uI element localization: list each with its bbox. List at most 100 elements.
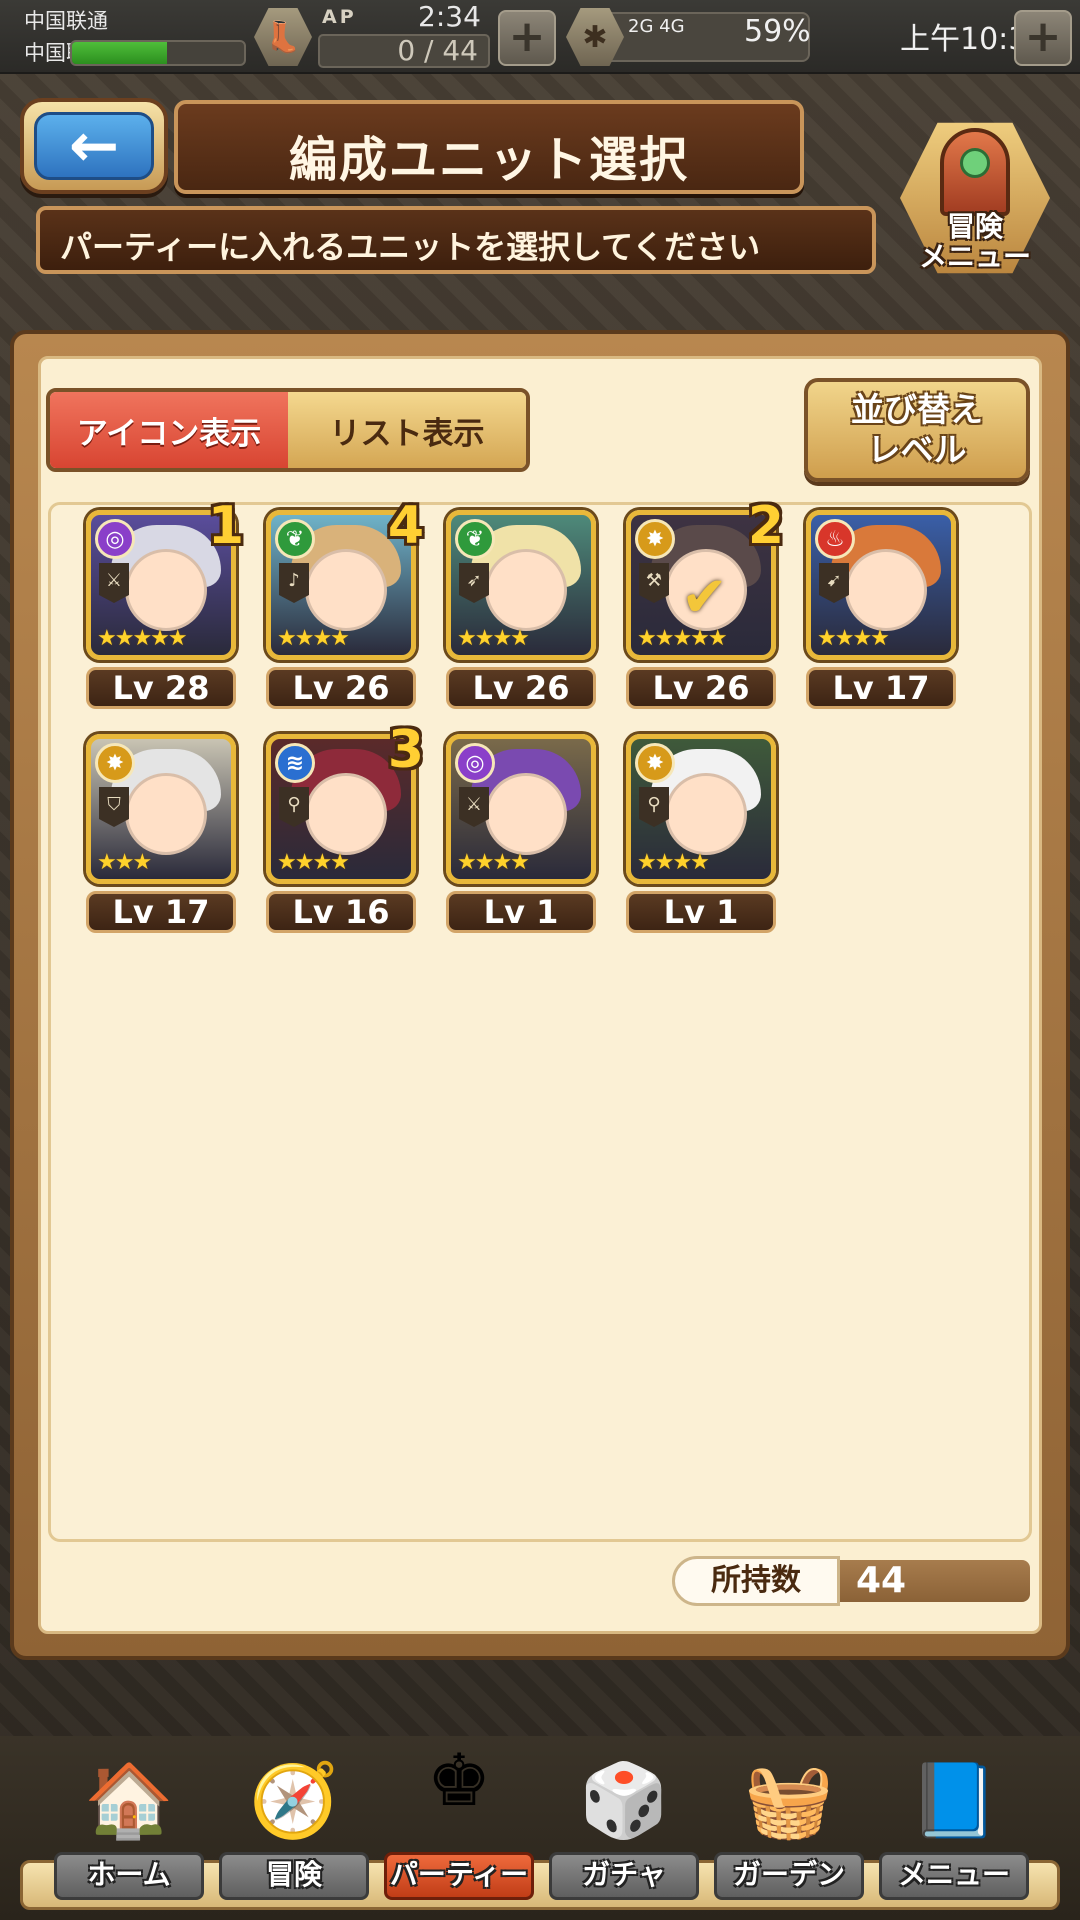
signal-text: 2G 4G	[628, 16, 685, 37]
weapon-type-icon: ⚔	[459, 787, 489, 827]
title-plate: 編成ユニット選択	[174, 100, 804, 194]
adventure-menu-label: 冒険 メニュー	[918, 210, 1031, 273]
unit-card[interactable]: ✸ ⛉ ★★★ Lv 17	[86, 734, 236, 933]
party-icon: ♚	[426, 1738, 492, 1822]
unit-card[interactable]: ❦ ➶ ★★★★ Lv 26	[446, 510, 596, 709]
ap-recover-button[interactable]: +	[498, 10, 556, 66]
duplicate-count: 1	[207, 496, 244, 556]
rarity-stars: ★★★★	[457, 850, 530, 875]
ap-label: AP	[322, 6, 357, 28]
unit-level: Lv 17	[86, 891, 236, 933]
unit-portrait: ◎ ⚔ ★★★★	[446, 734, 596, 884]
page-subtitle: パーティーに入れるユニットを選択してください	[60, 228, 761, 266]
sort-button-title: 並び替え	[851, 390, 983, 429]
nav-item-label: ガチャ	[549, 1852, 699, 1900]
element-icon: ≋	[275, 743, 315, 783]
unit-card[interactable]: ◎ ⚔ ★★★★★ 1 Lv 28	[86, 496, 244, 709]
unit-card[interactable]: ✸ ⚲ ★★★★ Lv 1	[626, 734, 776, 933]
owned-count-value: 44	[832, 1560, 1030, 1602]
unit-level: Lv 26	[446, 667, 596, 709]
nav-item-label: パーティー	[384, 1852, 534, 1900]
rank-progress-bar	[70, 40, 246, 66]
unit-face	[305, 549, 387, 631]
nav-item[interactable]: 📘 メニュー	[879, 1740, 1029, 1908]
weapon-type-icon: ⚲	[279, 787, 309, 827]
subtitle-plate: パーティーに入れるユニットを選択してください	[36, 206, 876, 274]
page-title: 編成ユニット選択	[288, 132, 689, 188]
unit-face	[125, 773, 207, 855]
gem-add-button[interactable]: +	[1014, 10, 1072, 66]
rank-progress-fill	[72, 42, 167, 64]
unit-face	[125, 549, 207, 631]
rarity-stars: ★★★★	[817, 626, 890, 651]
ap-timer: 2:34	[418, 0, 481, 33]
unit-level: Lv 1	[446, 891, 596, 933]
unit-face	[305, 773, 387, 855]
owned-count-label: 所持数	[672, 1556, 840, 1606]
rarity-stars: ★★★★	[277, 850, 350, 875]
element-icon: ✸	[635, 743, 675, 783]
weapon-type-icon: ➹	[819, 563, 849, 603]
back-button[interactable]: ←	[20, 98, 168, 194]
nav-item-label: ガーデン	[714, 1852, 864, 1900]
rarity-stars: ★★★★★	[97, 626, 188, 651]
boot-icon: 👢	[254, 8, 312, 66]
duplicate-count: 4	[387, 496, 424, 556]
menu-book-icon: 📘	[909, 1757, 999, 1842]
element-icon: ❦	[275, 519, 315, 559]
battery-percent: 59%	[744, 14, 811, 49]
element-icon: ◎	[95, 519, 135, 559]
unit-card[interactable]: ✸ ⚒ ★★★★★ ✔ 2 Lv 26	[626, 496, 784, 709]
adventure-menu-button[interactable]: 冒険 メニュー	[900, 118, 1050, 278]
unit-portrait: ❦ ➶ ★★★★	[446, 510, 596, 660]
rarity-stars: ★★★★	[457, 626, 530, 651]
unit-card[interactable]: ♨ ➹ ★★★★ Lv 17	[806, 510, 956, 709]
weapon-type-icon: ♪	[279, 563, 309, 603]
ap-value: 0 / 44	[318, 34, 490, 68]
weapon-type-icon: ⚲	[639, 787, 669, 827]
nav-item[interactable]: ♚ パーティー	[384, 1738, 534, 1908]
unit-level: Lv 16	[266, 891, 416, 933]
duplicate-count: 3	[387, 720, 424, 780]
nav-item-label: ホーム	[54, 1852, 204, 1900]
nav-item[interactable]: 🧺 ガーデン	[714, 1740, 864, 1908]
unit-card[interactable]: ❦ ♪ ★★★★ 4 Lv 26	[266, 496, 424, 709]
nav-item[interactable]: 🧭 冒険	[219, 1740, 369, 1908]
nav-item-label: メニュー	[879, 1852, 1029, 1900]
unit-level: Lv 28	[86, 667, 236, 709]
unit-level: Lv 1	[626, 891, 776, 933]
unit-portrait: ♨ ➹ ★★★★	[806, 510, 956, 660]
home-icon: 🏠	[84, 1757, 174, 1842]
sort-button[interactable]: 並び替え レベル	[804, 378, 1030, 482]
tab-icon-view[interactable]: アイコン表示	[50, 392, 288, 468]
nav-item[interactable]: 🎲 ガチャ	[549, 1740, 699, 1908]
view-mode-toggle: アイコン表示 リスト表示	[46, 388, 530, 472]
sort-button-mode: レベル	[867, 430, 967, 469]
element-icon: ◎	[455, 743, 495, 783]
status-bar: 中国联通 中国联通 👢 AP 2:34 0 / 44 + ✱ 2G 4G 59%…	[0, 0, 1080, 74]
carrier-label-1: 中国联通	[24, 9, 108, 33]
nav-item[interactable]: 🏠 ホーム	[54, 1740, 204, 1908]
unit-card[interactable]: ◎ ⚔ ★★★★ Lv 1	[446, 734, 596, 933]
unit-portrait: ✸ ⚲ ★★★★	[626, 734, 776, 884]
door-window	[960, 148, 990, 178]
element-icon: ♨	[815, 519, 855, 559]
weapon-type-icon: ⚒	[639, 563, 669, 603]
weapon-type-icon: ⚔	[99, 563, 129, 603]
back-arrow-icon: ←	[34, 111, 154, 181]
unit-face	[845, 549, 927, 631]
unit-level: Lv 17	[806, 667, 956, 709]
selected-check-icon: ✔	[681, 565, 728, 630]
tab-list-view[interactable]: リスト表示	[288, 392, 526, 468]
gacha-icon: 🎲	[579, 1757, 669, 1842]
unit-card[interactable]: ≋ ⚲ ★★★★ 3 Lv 16	[266, 720, 424, 933]
owned-count: 44 所持数	[672, 1556, 1030, 1606]
adventure-icon: 🧭	[249, 1757, 339, 1842]
nav-item-label: 冒険	[219, 1852, 369, 1900]
rarity-stars: ★★★★	[637, 850, 710, 875]
weapon-type-icon: ⛉	[99, 787, 129, 827]
rarity-stars: ★★★	[97, 850, 152, 875]
unit-face	[485, 773, 567, 855]
element-icon: ❦	[455, 519, 495, 559]
element-icon: ✸	[635, 519, 675, 559]
